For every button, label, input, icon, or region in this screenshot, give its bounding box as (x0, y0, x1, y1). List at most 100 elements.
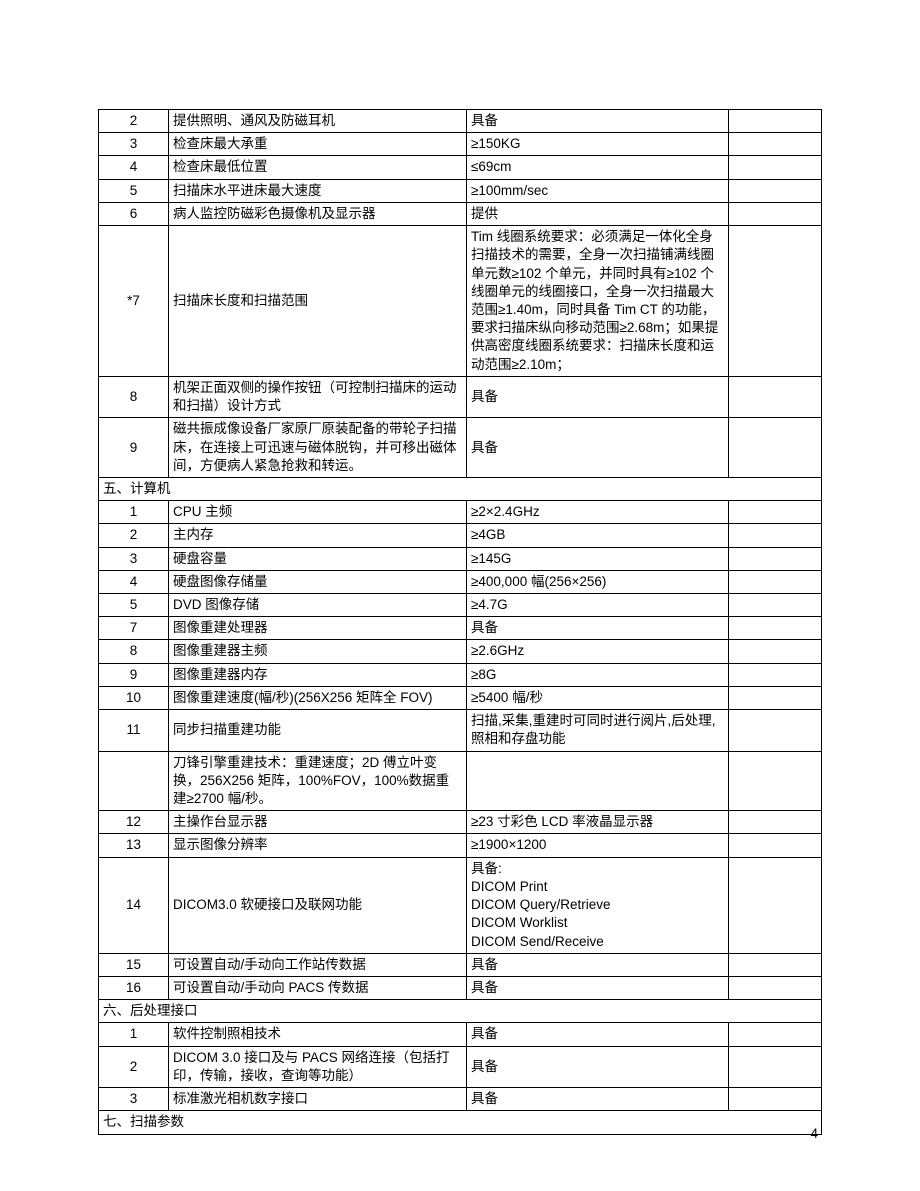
value-cell: Tim 线圈系统要求：必须满足一体化全身扫描技术的需要，全身一次扫描铺满线圈单元… (467, 226, 729, 377)
description-cell: 机架正面双侧的操作按钮（可控制扫描床的运动和扫描）设计方式 (169, 376, 467, 417)
value-cell: 具备 (467, 110, 729, 133)
index-cell: 9 (99, 418, 169, 478)
description-cell: 扫描床长度和扫描范围 (169, 226, 467, 377)
note-cell (729, 751, 822, 811)
description-cell: 图像重建器内存 (169, 663, 467, 686)
value-cell: ≥5400 幅/秒 (467, 686, 729, 709)
description-cell: 硬盘容量 (169, 547, 467, 570)
value-cell: ≥8G (467, 663, 729, 686)
spec-table: 2提供照明、通风及防磁耳机具备3检查床最大承重≥150KG4检查床最低位置≤69… (98, 109, 822, 1135)
description-cell: 检查床最大承重 (169, 133, 467, 156)
value-cell: ≥4.7G (467, 594, 729, 617)
value-cell: 具备 (467, 1023, 729, 1046)
index-cell: 1 (99, 1023, 169, 1046)
description-cell: 可设置自动/手动向 PACS 传数据 (169, 976, 467, 999)
note-cell (729, 1088, 822, 1111)
value-cell: ≥1900×1200 (467, 834, 729, 857)
value-cell: 具备 (467, 1046, 729, 1087)
note-cell (729, 226, 822, 377)
note-cell (729, 640, 822, 663)
description-cell: 扫描床水平进床最大速度 (169, 179, 467, 202)
description-cell: 图像重建速度(幅/秒)(256X256 矩阵全 FOV) (169, 686, 467, 709)
note-cell (729, 594, 822, 617)
note-cell (729, 1023, 822, 1046)
index-cell: 9 (99, 663, 169, 686)
note-cell (729, 570, 822, 593)
index-cell: 8 (99, 640, 169, 663)
index-cell: 8 (99, 376, 169, 417)
note-cell (729, 663, 822, 686)
note-cell (729, 617, 822, 640)
value-cell: 具备 (467, 953, 729, 976)
index-cell: 5 (99, 179, 169, 202)
table-row: 16可设置自动/手动向 PACS 传数据具备 (99, 976, 822, 999)
description-cell: 主内存 (169, 524, 467, 547)
description-cell: 图像重建器主频 (169, 640, 467, 663)
description-cell: 主操作台显示器 (169, 811, 467, 834)
index-cell: 12 (99, 811, 169, 834)
table-row: 5扫描床水平进床最大速度≥100mm/sec (99, 179, 822, 202)
note-cell (729, 953, 822, 976)
description-cell: DICOM3.0 软硬接口及联网功能 (169, 857, 467, 953)
description-cell: 可设置自动/手动向工作站传数据 (169, 953, 467, 976)
index-cell (99, 751, 169, 811)
value-cell: ≥400,000 幅(256×256) (467, 570, 729, 593)
note-cell (729, 133, 822, 156)
description-cell: 同步扫描重建功能 (169, 710, 467, 751)
value-cell: ≥23 寸彩色 LCD 率液晶显示器 (467, 811, 729, 834)
index-cell: 2 (99, 524, 169, 547)
index-cell: 3 (99, 133, 169, 156)
table-row: 9图像重建器内存≥8G (99, 663, 822, 686)
description-cell: 图像重建处理器 (169, 617, 467, 640)
table-row: 15可设置自动/手动向工作站传数据具备 (99, 953, 822, 976)
table-row: 2提供照明、通风及防磁耳机具备 (99, 110, 822, 133)
index-cell: 16 (99, 976, 169, 999)
description-cell: 检查床最低位置 (169, 156, 467, 179)
description-cell: 病人监控防磁彩色摄像机及显示器 (169, 202, 467, 225)
note-cell (729, 686, 822, 709)
value-cell: ≥4GB (467, 524, 729, 547)
table-row: 1软件控制照相技术具备 (99, 1023, 822, 1046)
index-cell: 14 (99, 857, 169, 953)
table-row: 12主操作台显示器≥23 寸彩色 LCD 率液晶显示器 (99, 811, 822, 834)
note-cell (729, 376, 822, 417)
index-cell: 15 (99, 953, 169, 976)
table-row: 14DICOM3.0 软硬接口及联网功能具备: DICOM Print DICO… (99, 857, 822, 953)
value-cell: 具备 (467, 418, 729, 478)
note-cell (729, 857, 822, 953)
index-cell: 11 (99, 710, 169, 751)
description-cell: CPU 主频 (169, 501, 467, 524)
table-row: 七、扫描参数 (99, 1111, 822, 1134)
table-row: 2主内存≥4GB (99, 524, 822, 547)
value-cell (467, 751, 729, 811)
section-title: 五、计算机 (99, 477, 822, 500)
note-cell (729, 811, 822, 834)
note-cell (729, 524, 822, 547)
value-cell: 具备 (467, 617, 729, 640)
description-cell: DICOM 3.0 接口及与 PACS 网络连接（包括打印，传输，接收，查询等功… (169, 1046, 467, 1087)
index-cell: 13 (99, 834, 169, 857)
table-row: 1CPU 主频≥2×2.4GHz (99, 501, 822, 524)
note-cell (729, 710, 822, 751)
table-row: 8图像重建器主频≥2.6GHz (99, 640, 822, 663)
description-cell: 标准激光相机数字接口 (169, 1088, 467, 1111)
section-title: 七、扫描参数 (99, 1111, 822, 1134)
description-cell: 刀锋引擎重建技术：重建速度；2D 傅立叶变换，256X256 矩阵，100%FO… (169, 751, 467, 811)
index-cell: 7 (99, 617, 169, 640)
description-cell: 硬盘图像存储量 (169, 570, 467, 593)
value-cell: 具备 (467, 976, 729, 999)
table-row: 4检查床最低位置≤69cm (99, 156, 822, 179)
description-cell: DVD 图像存储 (169, 594, 467, 617)
index-cell: 3 (99, 1088, 169, 1111)
value-cell: 具备 (467, 376, 729, 417)
table-row: 8机架正面双侧的操作按钮（可控制扫描床的运动和扫描）设计方式具备 (99, 376, 822, 417)
index-cell: 3 (99, 547, 169, 570)
value-cell: 扫描,采集,重建时可同时进行阅片,后处理,照相和存盘功能 (467, 710, 729, 751)
note-cell (729, 976, 822, 999)
note-cell (729, 418, 822, 478)
table-row: 五、计算机 (99, 477, 822, 500)
value-cell: 具备: DICOM Print DICOM Query/Retrieve DIC… (467, 857, 729, 953)
table-row: 7图像重建处理器具备 (99, 617, 822, 640)
value-cell: ≤69cm (467, 156, 729, 179)
table-row: 3检查床最大承重≥150KG (99, 133, 822, 156)
